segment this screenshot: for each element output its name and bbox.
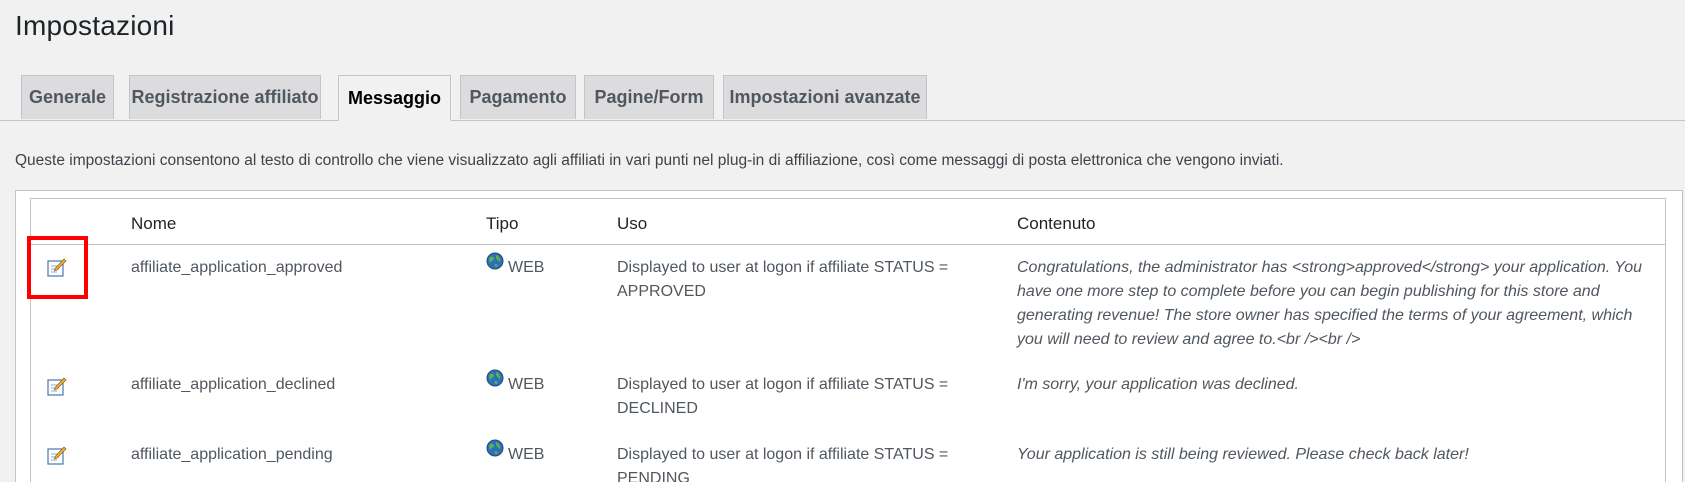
edit-pencil-icon[interactable] <box>47 446 67 466</box>
tab-pagamento[interactable]: Pagamento <box>460 75 576 119</box>
globe-icon <box>486 439 504 457</box>
row-usage: Displayed to user at logon if affiliate … <box>617 376 949 417</box>
column-header-nome: Nome <box>131 214 177 233</box>
globe-icon <box>486 252 504 270</box>
row-name: affiliate_application_declined <box>131 376 336 393</box>
column-header-tipo: Tipo <box>486 214 519 233</box>
row-content: Your application is still being reviewed… <box>1017 446 1469 463</box>
tab-messaggio[interactable]: Messaggio <box>338 75 451 121</box>
tab-impostazioni-avanzate[interactable]: Impostazioni avanzate <box>723 75 927 119</box>
row-name: affiliate_application_approved <box>131 259 343 276</box>
settings-page: Impostazioni Generale Registrazione affi… <box>0 0 1685 482</box>
globe-icon <box>486 369 504 387</box>
page-title: Impostazioni <box>15 10 175 41</box>
row-type: WEB <box>486 252 606 280</box>
tab-registrazione-affiliato[interactable]: Registrazione affiliato <box>129 75 321 119</box>
column-header-contenuto: Contenuto <box>1017 214 1096 233</box>
settings-tabs: Generale Registrazione affiliato Messagg… <box>0 75 1685 121</box>
row-usage: Displayed to user at logon if affiliate … <box>617 259 949 300</box>
column-header-uso: Uso <box>617 214 648 233</box>
row-type-label: WEB <box>508 259 545 276</box>
tab-pagine-form[interactable]: Pagine/Form <box>584 75 714 119</box>
row-content: Congratulations, the administrator has <… <box>1017 259 1642 348</box>
row-type-label: WEB <box>508 446 545 463</box>
tab-generale[interactable]: Generale <box>21 75 114 119</box>
row-name: affiliate_application_pending <box>131 446 333 463</box>
settings-description: Queste impostazioni consentono al testo … <box>15 152 1284 169</box>
row-content: I'm sorry, your application was declined… <box>1017 376 1299 393</box>
table-header-row <box>30 198 1666 245</box>
highlight-box <box>27 236 88 299</box>
row-type: WEB <box>486 369 606 397</box>
edit-pencil-icon[interactable] <box>47 377 67 397</box>
row-type-label: WEB <box>508 376 545 393</box>
row-type: WEB <box>486 439 606 467</box>
row-usage: Displayed to user at logon if affiliate … <box>617 446 949 482</box>
